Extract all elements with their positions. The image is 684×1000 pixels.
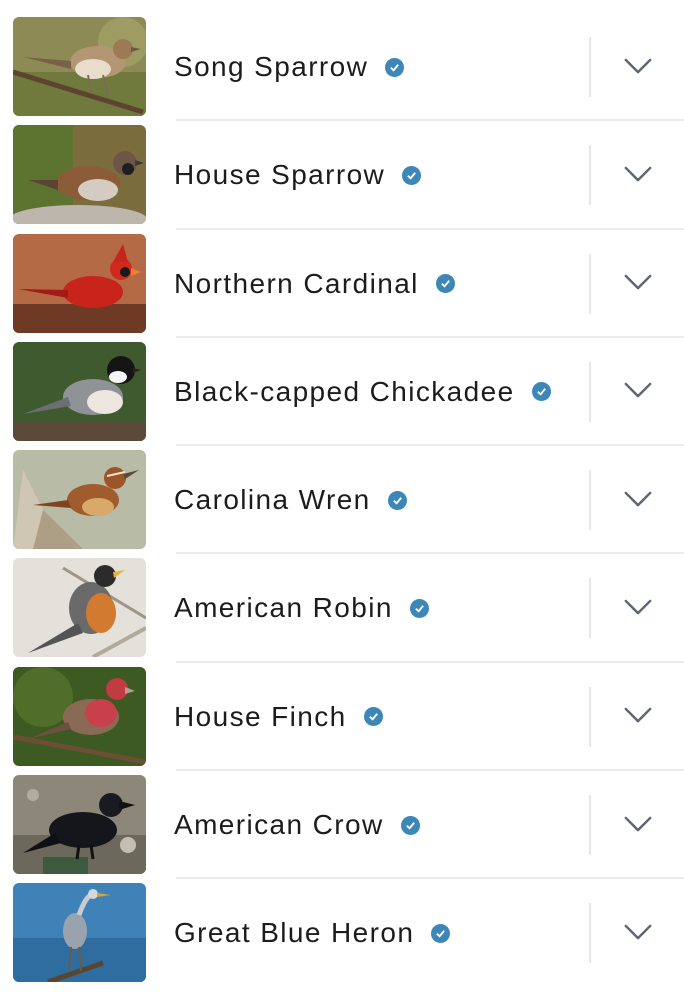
species-name-group: American Robin (174, 554, 429, 662)
species-row-carolina-wren[interactable]: Carolina Wren (0, 446, 684, 555)
divider (589, 470, 591, 531)
verified-check-icon (385, 57, 405, 77)
divider (589, 686, 591, 747)
verified-check-icon (531, 382, 551, 402)
species-row-song-sparrow[interactable]: Song Sparrow (0, 13, 684, 122)
species-name: Black-capped Chickadee (174, 375, 515, 407)
verified-check-icon (387, 490, 407, 510)
species-name-group: Carolina Wren (174, 446, 407, 554)
bird-photo-northern-cardinal (13, 233, 146, 333)
species-name: House Finch (174, 700, 347, 732)
chevron-down-icon[interactable] (622, 811, 654, 837)
divider (589, 578, 591, 639)
verified-check-icon (409, 598, 429, 618)
species-name: Great Blue Heron (174, 917, 415, 949)
species-row-black-capped-chickadee[interactable]: Black-capped Chickadee (0, 338, 684, 447)
bird-photo-song-sparrow (13, 17, 146, 116)
species-name: American Crow (174, 809, 384, 841)
species-row-american-crow[interactable]: American Crow (0, 771, 684, 880)
species-name-group: House Sparrow (174, 121, 422, 229)
species-row-american-robin[interactable]: American Robin (0, 554, 684, 663)
chevron-down-icon[interactable] (622, 594, 654, 620)
chevron-down-icon[interactable] (622, 703, 654, 729)
verified-check-icon (400, 815, 420, 835)
bird-photo-carolina-wren (13, 450, 146, 550)
verified-check-icon (363, 707, 383, 727)
bird-photo-house-sparrow (13, 125, 146, 225)
species-name-group: Song Sparrow (174, 13, 405, 121)
chevron-down-icon[interactable] (622, 53, 654, 79)
species-name: American Robin (174, 592, 393, 624)
chevron-down-icon[interactable] (622, 161, 654, 187)
species-name-group: American Crow (174, 771, 420, 879)
species-name-group: Black-capped Chickadee (174, 338, 551, 446)
divider (589, 37, 591, 97)
species-row-great-blue-heron[interactable]: Great Blue Heron (0, 879, 684, 987)
chevron-down-icon[interactable] (622, 270, 654, 296)
bird-photo-black-capped-chickadee (13, 341, 146, 441)
chevron-down-icon[interactable] (622, 486, 654, 512)
species-row-house-sparrow[interactable]: House Sparrow (0, 121, 684, 230)
divider (589, 145, 591, 206)
chevron-down-icon[interactable] (622, 378, 654, 404)
species-name-group: Northern Cardinal (174, 230, 455, 338)
bird-photo-house-finch (13, 666, 146, 766)
bird-photo-american-robin (13, 558, 146, 658)
species-list: Song Sparrow House Sparrow Northern Card… (0, 13, 684, 1000)
species-name-group: Great Blue Heron (174, 879, 451, 987)
verified-check-icon (402, 165, 422, 185)
chevron-down-icon[interactable] (622, 919, 654, 945)
species-name: Carolina Wren (174, 484, 371, 516)
verified-check-icon (435, 274, 455, 294)
divider (589, 903, 591, 964)
verified-check-icon (431, 923, 451, 943)
species-name: Song Sparrow (174, 51, 369, 82)
divider (589, 361, 591, 422)
bird-photo-great-blue-heron (13, 883, 146, 983)
species-name-group: House Finch (174, 663, 383, 771)
divider (589, 253, 591, 314)
species-row-house-finch[interactable]: House Finch (0, 663, 684, 772)
species-name: House Sparrow (174, 159, 386, 191)
species-row-northern-cardinal[interactable]: Northern Cardinal (0, 230, 684, 338)
divider (589, 795, 591, 856)
species-name: Northern Cardinal (174, 267, 419, 299)
bird-photo-american-crow (13, 775, 146, 875)
